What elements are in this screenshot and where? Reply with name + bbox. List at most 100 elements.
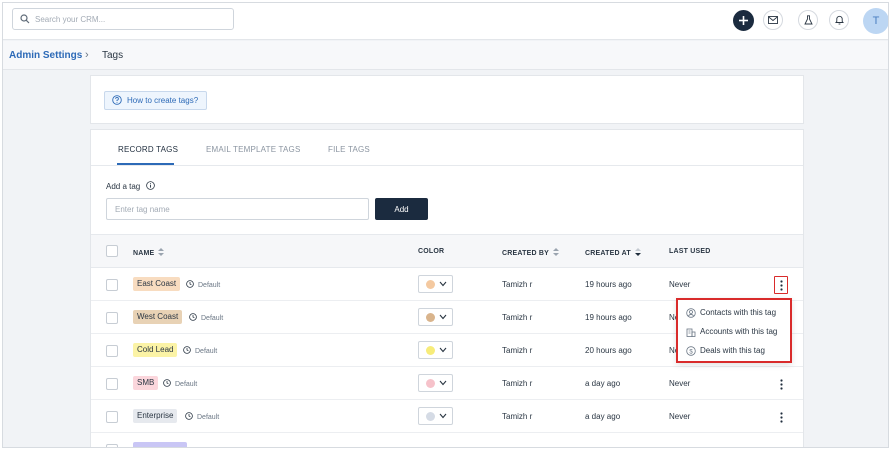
tab-email-template-tags[interactable]: EMAIL TEMPLATE TAGS [206, 145, 301, 154]
row-actions-button[interactable] [774, 408, 788, 426]
tab-record-tags[interactable]: RECORD TAGS [118, 145, 178, 154]
svg-text:$: $ [689, 349, 693, 355]
row-actions-button[interactable] [774, 276, 788, 294]
select-all-checkbox[interactable] [106, 245, 118, 257]
color-select[interactable] [418, 341, 453, 359]
clock-icon [183, 346, 191, 354]
created-at-cell: a day ago [585, 412, 621, 421]
color-swatch [426, 379, 435, 388]
row-checkbox[interactable] [106, 411, 118, 423]
color-swatch [426, 280, 435, 289]
tag-chip [133, 442, 187, 447]
user-avatar[interactable]: T [863, 8, 888, 34]
menu-item-deals[interactable]: $ Deals with this tag [686, 344, 765, 358]
breadcrumb-current: Tags [102, 50, 124, 61]
created-at-cell: a day ago [585, 379, 621, 388]
row-checkbox[interactable] [106, 279, 118, 291]
add-tag-label: Add a tag [106, 181, 156, 191]
chevron-down-icon [439, 413, 447, 419]
default-badge: Default [183, 346, 217, 355]
create-button[interactable] [733, 10, 754, 31]
created-by-cell: Tamizh r [502, 346, 533, 355]
tag-name-placeholder: Enter tag name [115, 205, 170, 214]
created-by-cell: Tamizh r [502, 412, 533, 421]
mail-button[interactable] [763, 10, 783, 30]
default-badge: Default [163, 379, 197, 388]
created-by-cell: Tamizh r [502, 313, 533, 322]
chevron-down-icon [439, 281, 447, 287]
mail-icon [768, 16, 778, 24]
column-name-label: NAME [133, 250, 155, 257]
how-to-create-tags-link[interactable]: How to create tags? [104, 91, 208, 110]
notifications-button[interactable] [829, 10, 849, 30]
bell-icon [834, 15, 844, 25]
row-checkbox[interactable] [106, 444, 118, 447]
color-select[interactable] [418, 374, 453, 392]
color-swatch [426, 412, 435, 421]
search-input[interactable]: Search your CRM... [12, 8, 234, 30]
color-swatch [426, 313, 435, 322]
table-row: East Coast Default Tamizh r 19 hours ago… [91, 268, 803, 301]
menu-item-accounts[interactable]: Accounts with this tag [686, 325, 777, 339]
color-select[interactable] [418, 275, 453, 293]
person-icon [686, 308, 696, 318]
info-icon[interactable] [146, 181, 156, 190]
row-checkbox[interactable] [106, 378, 118, 390]
color-select[interactable] [418, 308, 453, 326]
created-by-cell: Tamizh r [502, 379, 533, 388]
default-badge-label: Default [195, 348, 218, 355]
clock-icon [186, 280, 194, 288]
default-badge: Default [189, 313, 223, 322]
column-created-at[interactable]: CREATED AT [585, 248, 641, 257]
created-by-cell: Tamizh r [502, 280, 533, 289]
row-actions-menu: Contacts with this tag Accounts with thi… [676, 298, 792, 363]
column-created-at-label: CREATED AT [585, 250, 631, 257]
column-created-by-label: CREATED BY [502, 250, 549, 257]
tab-file-tags[interactable]: FILE TAGS [328, 145, 370, 154]
tag-chip: Enterprise [133, 409, 178, 423]
column-name[interactable]: NAME [133, 248, 165, 257]
table-row [91, 433, 803, 447]
app-window: Search your CRM... T Admin Settings › Ta… [2, 2, 889, 448]
tag-chip: East Coast [133, 277, 181, 291]
default-badge-label: Default [197, 414, 220, 421]
kebab-icon [779, 279, 783, 291]
active-tab-indicator [117, 163, 174, 165]
row-actions-button[interactable] [774, 375, 788, 393]
color-select[interactable] [418, 407, 453, 425]
default-badge-label: Default [198, 282, 221, 289]
tasks-button[interactable] [798, 10, 818, 30]
tag-tabs: RECORD TAGS EMAIL TEMPLATE TAGS FILE TAG… [91, 130, 803, 166]
sort-icon [158, 248, 165, 256]
tag-name-input[interactable]: Enter tag name [106, 198, 369, 220]
row-checkbox[interactable] [106, 312, 118, 324]
kebab-icon [779, 411, 783, 423]
help-card: How to create tags? [90, 75, 804, 124]
table-row: SMB Default Tamizh r a day ago Never [91, 367, 803, 400]
tag-chip: West Coast [133, 310, 183, 324]
last-used-cell: Never [669, 412, 691, 421]
tag-chip: Cold Lead [133, 343, 178, 357]
default-badge-label: Default [201, 315, 224, 322]
row-checkbox[interactable] [106, 345, 118, 357]
kebab-icon [779, 378, 783, 390]
menu-item-contacts[interactable]: Contacts with this tag [686, 306, 776, 320]
tags-card: RECORD TAGS EMAIL TEMPLATE TAGS FILE TAG… [90, 129, 804, 447]
last-used-cell: Never [669, 379, 691, 388]
plus-icon [739, 16, 748, 25]
default-badge-label: Default [175, 381, 198, 388]
color-swatch [426, 346, 435, 355]
menu-item-label: Contacts with this tag [700, 308, 777, 317]
clock-icon [185, 412, 193, 420]
help-circle-icon [112, 95, 122, 105]
flask-icon [803, 15, 813, 25]
last-used-cell: Never [669, 280, 691, 289]
created-at-cell: 19 hours ago [585, 280, 632, 289]
menu-item-label: Accounts with this tag [700, 327, 778, 336]
table-row: Enterprise Default Tamizh r a day ago Ne… [91, 400, 803, 433]
top-bar: Search your CRM... T [3, 3, 888, 40]
breadcrumb-admin-settings[interactable]: Admin Settings [9, 50, 82, 61]
table-header: NAME COLOR CREATED BY CREATED AT LAST US… [91, 234, 803, 268]
add-tag-button[interactable]: Add [375, 198, 428, 220]
column-created-by[interactable]: CREATED BY [502, 248, 559, 257]
